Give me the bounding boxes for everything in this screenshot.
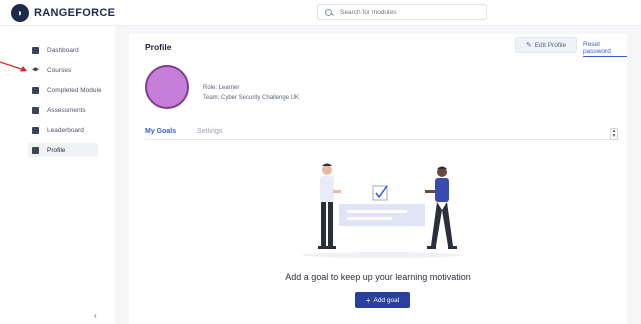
sidebar-item-completed-module[interactable]: Completed Module — [28, 83, 102, 97]
page-title: Profile — [145, 42, 172, 52]
tabs-scroll-stepper[interactable]: ▲ ▼ — [610, 128, 618, 140]
brand-logo[interactable]: ◗ RANGEFORCE — [11, 4, 115, 22]
reset-password-link[interactable]: Reset password — [583, 41, 627, 57]
sidebar-item-label: Dashboard — [47, 46, 79, 54]
chevron-down-icon: ▼ — [611, 133, 617, 139]
annotation-arrow-icon — [0, 61, 27, 72]
assessment-icon — [32, 106, 39, 114]
user-role: Role: Learner — [203, 85, 240, 91]
brand-name: RANGEFORCE — [34, 7, 116, 19]
plus-icon: + — [365, 295, 371, 305]
sidebar-item-leaderboard[interactable]: Leaderboard — [28, 123, 98, 137]
add-goal-button[interactable]: + Add goal — [355, 292, 410, 308]
sidebar-item-courses[interactable]: Courses — [28, 63, 98, 77]
dashboard-icon — [32, 46, 39, 54]
app-root: ◗ RANGEFORCE Dashboard Courses Completed… — [0, 0, 641, 324]
avatar[interactable] — [145, 65, 189, 109]
sidebar-item-label: Profile — [47, 146, 66, 154]
goals-illustration — [302, 163, 462, 258]
profile-panel: Profile ✎ Edit Profile Reset password Ro… — [129, 34, 627, 324]
profile-icon — [32, 146, 39, 154]
add-goal-label: Add goal — [373, 296, 400, 304]
collapse-sidebar-button[interactable]: ‹ — [94, 311, 97, 320]
edit-profile-button[interactable]: ✎ Edit Profile — [515, 37, 577, 53]
edit-profile-label: Edit Profile — [534, 41, 567, 49]
list-icon — [32, 86, 39, 94]
user-team: Team: Cyber Security Challenge UK — [203, 95, 300, 101]
profile-tabs: My Goals Settings — [145, 126, 620, 140]
tab-my-goals[interactable]: My Goals — [145, 128, 176, 135]
sidebar-item-label: Completed Module — [47, 86, 102, 94]
sidebar-item-profile[interactable]: Profile — [28, 143, 98, 157]
sidebar-item-assessments[interactable]: Assessments — [28, 103, 98, 117]
leaderboard-icon — [32, 126, 39, 134]
tab-settings[interactable]: Settings — [197, 128, 222, 135]
sidebar-item-label: Courses — [47, 66, 72, 74]
search-icon — [325, 8, 332, 16]
sidebar-item-label: Assessments — [47, 106, 86, 114]
pencil-icon: ✎ — [525, 42, 532, 49]
search-box[interactable] — [317, 4, 487, 20]
graduation-cap-icon — [32, 67, 39, 72]
rangeforce-logo-icon: ◗ — [11, 4, 29, 22]
sidebar-item-label: Leaderboard — [47, 126, 84, 134]
sidebar-item-dashboard[interactable]: Dashboard — [28, 43, 98, 57]
empty-goals-message: Add a goal to keep up your learning moti… — [285, 272, 471, 282]
top-bar: ◗ RANGEFORCE — [0, 0, 641, 26]
search-input[interactable] — [340, 8, 480, 16]
